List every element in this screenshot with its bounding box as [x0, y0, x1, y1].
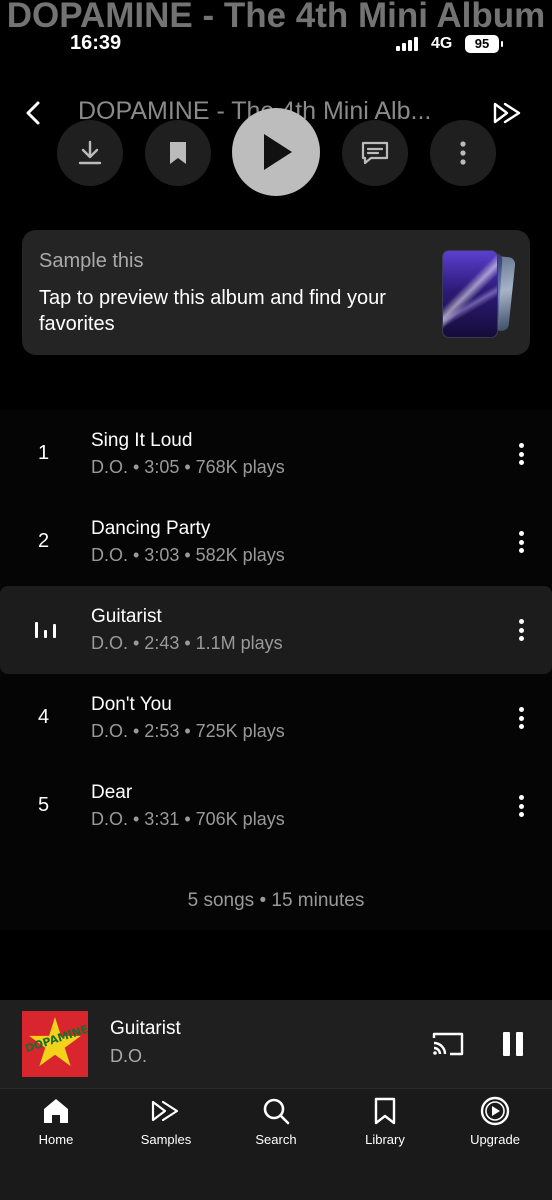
cast-icon [432, 1032, 464, 1056]
sample-card-description: Tap to preview this album and find your … [39, 287, 386, 335]
save-button[interactable] [145, 120, 211, 186]
pause-icon [503, 1032, 510, 1056]
track-number: 1 [38, 442, 50, 464]
sample-preview-thumbnails [420, 248, 520, 340]
status-bar: 16:39 4G 95 [0, 28, 552, 62]
more-vertical-icon[interactable] [508, 528, 534, 556]
album-more-button[interactable] [430, 120, 496, 186]
bookmark-icon [170, 142, 186, 164]
more-vertical-icon[interactable] [508, 616, 534, 644]
mini-player-title: Guitarist [110, 1018, 181, 1039]
nav-label: Home [38, 1132, 74, 1147]
nav-label: Samples [140, 1132, 192, 1147]
nav-samples[interactable]: Samples [116, 1095, 216, 1155]
preview-thumbnail [442, 250, 498, 338]
cast-button[interactable] [430, 1028, 466, 1060]
more-vertical-icon[interactable] [508, 440, 534, 468]
track-row[interactable]: 2 Dancing Party D.O. • 3:03 • 582K plays [0, 498, 552, 586]
comments-button[interactable] [342, 120, 408, 186]
track-number: 5 [38, 794, 50, 816]
mini-player-artist: D.O. [110, 1046, 148, 1066]
download-button[interactable] [57, 120, 123, 186]
mini-player[interactable]: DOPAMINE Guitarist D.O. [0, 1000, 552, 1088]
track-title: Sing It Loud [91, 430, 193, 451]
signal-icon [396, 37, 418, 51]
nav-label: Search [255, 1132, 297, 1147]
track-meta: D.O. • 2:53 • 725K plays [91, 721, 285, 741]
track-row[interactable]: 4 Don't You D.O. • 2:53 • 725K plays [0, 674, 552, 762]
album-page: DOPAMINE - The 4th Mini Album 16:39 4G 9… [0, 0, 552, 1200]
track-number: 2 [38, 530, 50, 552]
nav-label: Upgrade [470, 1132, 520, 1147]
battery-icon: 95 [465, 35, 503, 53]
library-icon [374, 1097, 396, 1125]
nav-label: Library [365, 1132, 405, 1147]
status-time: 16:39 [70, 32, 122, 54]
sample-this-card[interactable]: Sample this Tap to preview this album an… [22, 230, 530, 355]
track-row-now-playing[interactable]: Guitarist D.O. • 2:43 • 1.1M plays [0, 586, 552, 674]
track-meta: D.O. • 2:43 • 1.1M plays [91, 633, 283, 653]
comment-icon [361, 141, 389, 165]
track-row[interactable]: 1 Sing It Loud D.O. • 3:05 • 768K plays [0, 410, 552, 498]
more-vertical-icon[interactable] [508, 792, 534, 820]
download-icon [78, 140, 102, 165]
track-title: Don't You [91, 694, 172, 715]
mini-player-artwork: DOPAMINE [22, 1011, 88, 1077]
nav-search[interactable]: Search [226, 1095, 326, 1155]
bottom-navigation: Home Samples Search Library Upgrade [0, 1089, 552, 1200]
more-vertical-icon[interactable] [508, 704, 534, 732]
upgrade-icon [480, 1096, 510, 1126]
track-title: Guitarist [91, 606, 162, 627]
track-list: 1 Sing It Loud D.O. • 3:05 • 768K plays … [0, 410, 552, 930]
battery-level: 95 [474, 36, 490, 51]
search-icon [263, 1098, 290, 1125]
sample-card-label: Sample this [39, 250, 144, 272]
track-title: Dancing Party [91, 518, 211, 539]
equalizer-icon [35, 620, 56, 638]
track-meta: D.O. • 3:05 • 768K plays [91, 457, 285, 477]
samples-icon [151, 1100, 179, 1122]
nav-library[interactable]: Library [335, 1095, 435, 1155]
track-meta: D.O. • 3:03 • 582K plays [91, 545, 285, 565]
network-type: 4G [431, 35, 453, 52]
pause-button[interactable] [496, 1028, 530, 1060]
album-actions [0, 108, 552, 198]
more-vertical-icon [460, 141, 466, 165]
album-summary: 5 songs • 15 minutes [187, 890, 365, 911]
track-number: 4 [38, 706, 50, 728]
nav-upgrade[interactable]: Upgrade [445, 1095, 545, 1155]
track-row[interactable]: 5 Dear D.O. • 3:31 • 706K plays [0, 762, 552, 850]
track-title: Dear [91, 782, 133, 803]
home-icon [44, 1099, 68, 1123]
track-meta: D.O. • 3:31 • 706K plays [91, 809, 285, 829]
nav-home[interactable]: Home [6, 1095, 106, 1155]
play-icon [264, 134, 292, 170]
play-button[interactable] [232, 108, 320, 196]
